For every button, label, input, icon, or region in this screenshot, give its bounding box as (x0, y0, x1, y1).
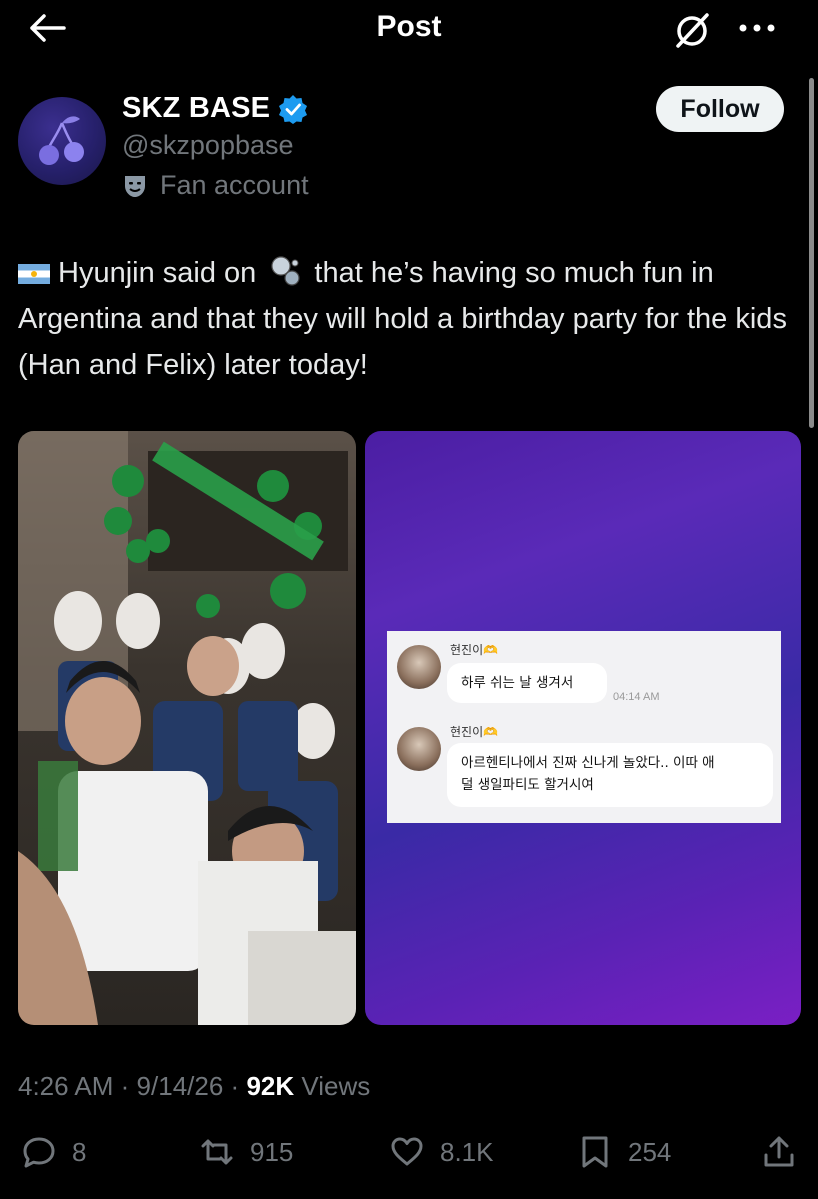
account-label: Fan account (160, 170, 309, 200)
chat-avatar-2 (397, 727, 441, 771)
scrollbar[interactable] (809, 78, 814, 428)
chat-bubble-1: 하루 쉬는 날 생겨서 (447, 663, 607, 703)
like-count: 8.1K (440, 1136, 494, 1167)
tweet-text: Hyunjin said on that he’s having so much… (18, 250, 798, 388)
weverse-bubbles-icon (271, 256, 300, 286)
reply-button[interactable]: 8 (22, 1135, 86, 1169)
cherry-icon (39, 116, 84, 165)
follow-button[interactable]: Follow (656, 86, 784, 132)
heart-icon (391, 1137, 423, 1166)
chat-sender-name-1: 현진이🫶 (450, 643, 499, 657)
bookmark-button[interactable]: 254 (578, 1135, 671, 1169)
chat-bubble-2-line1: 아르헨티나에서 진짜 신나게 놀았다.. 이따 애 (461, 755, 715, 771)
repost-count: 915 (250, 1136, 294, 1167)
share-icon (764, 1136, 794, 1167)
views-label: Views (301, 1071, 371, 1101)
chat-time-1: 04:14 AM (613, 691, 660, 703)
author-name[interactable]: SKZ BASE (122, 92, 270, 125)
like-button[interactable]: 8.1K (390, 1135, 494, 1169)
repost-button[interactable]: 915 (200, 1135, 293, 1169)
meta-separator-2: · (230, 1071, 240, 1101)
tweet-date[interactable]: 9/14/26 (137, 1071, 224, 1101)
repost-icon (201, 1139, 233, 1165)
mask-icon (125, 175, 145, 197)
reply-icon (23, 1137, 55, 1168)
argentina-flag-icon (18, 264, 50, 284)
action-bar: 8 915 8.1K 254 (0, 1135, 818, 1179)
chat-sender-name-2: 현진이🫶 (450, 725, 499, 739)
group-photo[interactable] (18, 431, 356, 1025)
group-photo-illustration (18, 431, 356, 1025)
chat-bubble-2-line2: 덜 생일파티도 할거시여 (461, 777, 594, 793)
chat-capture: 현진이🫶 하루 쉬는 날 생겨서 04:14 AM 현진이🫶 아르헨티나에서 진… (387, 631, 781, 823)
chat-bubble-2: 아르헨티나에서 진짜 신나게 놀았다.. 이따 애 덜 생일파티도 할거시여 (447, 743, 773, 807)
more-options-icon[interactable] (735, 10, 779, 46)
tweet-meta: 4:26 AM · 9/14/26 · 92K Views (18, 1071, 370, 1102)
share-button[interactable] (762, 1135, 796, 1169)
verified-badge-icon (279, 94, 308, 124)
author-name-row: SKZ BASE (122, 92, 308, 125)
bookmark-icon (582, 1136, 608, 1168)
bookmark-count: 254 (628, 1136, 672, 1167)
avatar[interactable] (18, 97, 106, 185)
chat-screenshot-image[interactable]: 현진이🫶 하루 쉬는 날 생겨서 04:14 AM 현진이🫶 아르헨티나에서 진… (365, 431, 801, 1025)
views-count: 92K (246, 1071, 295, 1101)
tweet-time[interactable]: 4:26 AM (18, 1071, 113, 1101)
account-label-row: Fan account (122, 170, 309, 201)
tweet-text-part1: Hyunjin said on (58, 257, 257, 289)
author-handle[interactable]: @skzpopbase (122, 130, 294, 161)
chat-avatar-1 (397, 645, 441, 689)
reply-count: 8 (72, 1136, 87, 1167)
top-bar: Post (0, 0, 818, 60)
meta-separator-1: · (120, 1071, 130, 1101)
grok-icon[interactable] (670, 10, 714, 50)
